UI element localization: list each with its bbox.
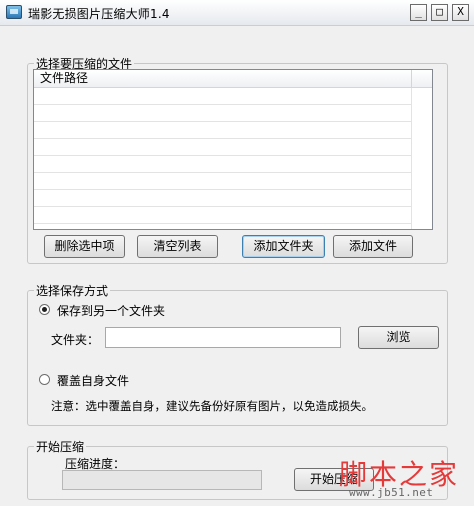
add-folder-button[interactable]: 添加文件夹	[242, 235, 325, 258]
save-group-title: 选择保存方式	[34, 282, 111, 299]
overwrite-label[interactable]: 覆盖自身文件	[57, 372, 129, 389]
file-list-header: 文件路径	[34, 70, 432, 88]
remove-selected-button[interactable]: 删除选中项	[44, 235, 125, 258]
app-window: 瑞影无损图片压缩大师1.4 _ □ X 选择要压缩的文件 文件路径 删除选中项 …	[0, 0, 474, 506]
empty-column	[412, 70, 432, 87]
window-title: 瑞影无损图片压缩大师1.4	[28, 7, 170, 21]
file-list-grid[interactable]	[34, 88, 412, 229]
file-path-column[interactable]: 文件路径	[34, 70, 412, 87]
file-list[interactable]: 文件路径	[33, 69, 433, 230]
title-bar[interactable]: 瑞影无损图片压缩大师1.4 _ □ X	[0, 0, 474, 26]
overwrite-radio[interactable]	[39, 374, 50, 385]
clear-list-button[interactable]: 清空列表	[137, 235, 218, 258]
app-icon	[6, 5, 22, 19]
minimize-button[interactable]: _	[410, 4, 427, 21]
add-file-button[interactable]: 添加文件	[333, 235, 413, 258]
maximize-button[interactable]: □	[431, 4, 448, 21]
browse-button[interactable]: 浏览	[358, 326, 439, 349]
folder-input[interactable]	[105, 327, 341, 348]
folder-label: 文件夹：	[51, 333, 100, 347]
close-button[interactable]: X	[452, 4, 469, 21]
save-to-folder-label[interactable]: 保存到另一个文件夹	[57, 302, 165, 319]
compress-progress-bar	[62, 470, 262, 490]
watermark-url: www.jb51.net	[349, 486, 434, 499]
compress-group-title: 开始压缩	[34, 438, 87, 455]
save-to-folder-radio[interactable]	[39, 304, 50, 315]
overwrite-note: 注意：选中覆盖自身，建议先备份好原有图片，以免造成损失。	[51, 399, 373, 413]
